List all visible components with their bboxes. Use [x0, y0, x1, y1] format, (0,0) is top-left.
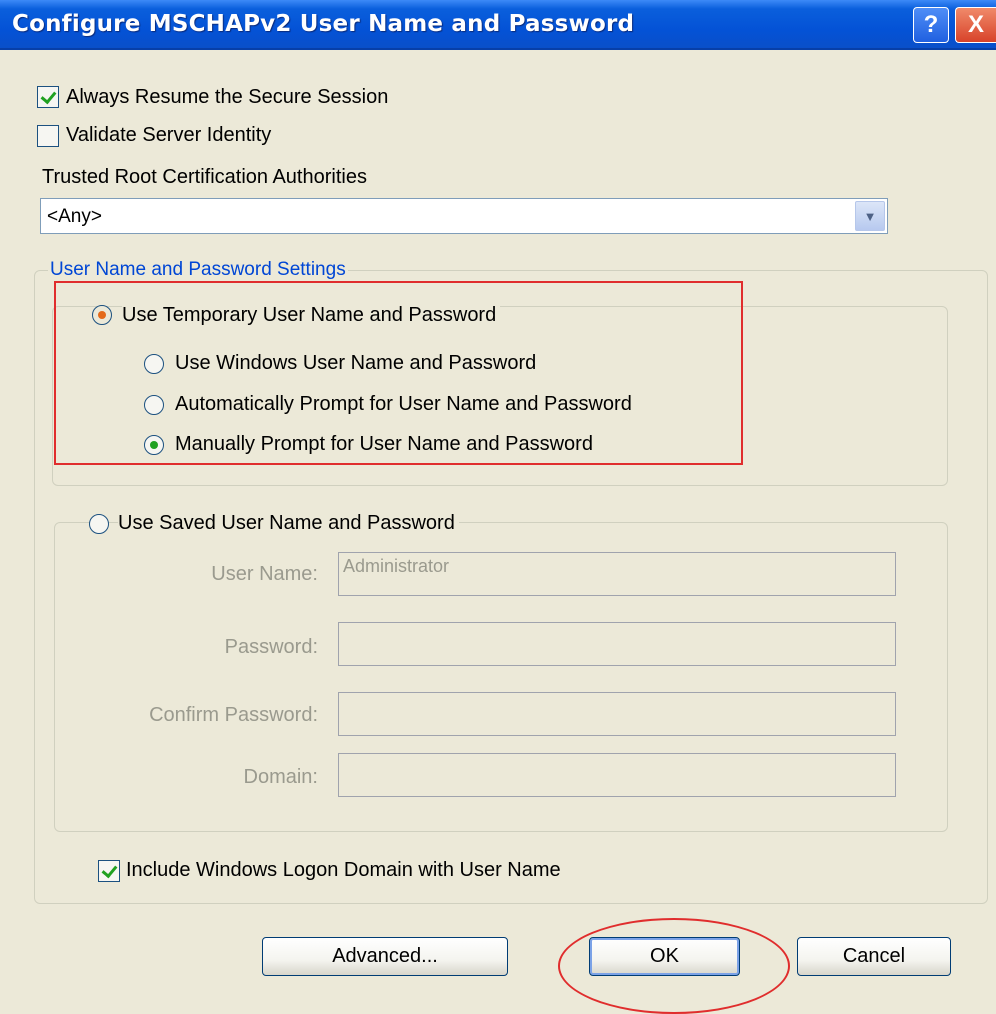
domain-field[interactable] — [338, 753, 896, 797]
use-windows-label: Use Windows User Name and Password — [175, 352, 537, 374]
use-temporary-radio[interactable] — [92, 305, 112, 325]
advanced-button[interactable]: Advanced... — [262, 937, 508, 976]
domain-label: Domain: — [243, 766, 318, 788]
validate-server-label: Validate Server Identity — [66, 124, 272, 146]
always-resume-checkbox[interactable] — [37, 86, 59, 108]
trusted-root-dropdown[interactable]: <Any> ▼ — [40, 198, 888, 234]
help-icon[interactable]: ? — [913, 7, 949, 43]
auto-prompt-radio[interactable] — [144, 395, 164, 415]
always-resume-label: Always Resume the Secure Session — [66, 86, 389, 108]
manual-prompt-radio[interactable] — [144, 435, 164, 455]
password-field[interactable] — [338, 622, 896, 666]
use-temporary-label: Use Temporary User Name and Password — [122, 304, 501, 327]
ok-button[interactable]: OK — [589, 937, 740, 976]
trusted-root-selected: <Any> — [47, 206, 102, 227]
title-bar: Configure MSCHAPv2 User Name and Passwor… — [0, 0, 996, 50]
include-domain-label: Include Windows Logon Domain with User N… — [126, 859, 561, 881]
password-label: Password: — [224, 636, 318, 658]
confirm-password-field[interactable] — [338, 692, 896, 736]
use-windows-radio[interactable] — [144, 354, 164, 374]
include-domain-checkbox[interactable] — [98, 860, 120, 882]
chevron-down-icon[interactable]: ▼ — [855, 201, 885, 231]
settings-legend: User Name and Password Settings — [48, 259, 348, 281]
user-name-label: User Name: — [211, 563, 318, 585]
auto-prompt-label: Automatically Prompt for User Name and P… — [175, 393, 632, 415]
use-saved-radio[interactable] — [89, 514, 109, 534]
validate-server-checkbox[interactable] — [37, 125, 59, 147]
user-name-value: Administrator — [343, 556, 450, 576]
manual-prompt-label: Manually Prompt for User Name and Passwo… — [175, 433, 593, 455]
trusted-root-label: Trusted Root Certification Authorities — [42, 166, 367, 188]
close-icon[interactable]: X — [955, 7, 996, 43]
confirm-password-label: Confirm Password: — [149, 704, 318, 726]
window-title: Configure MSCHAPv2 User Name and Passwor… — [12, 11, 635, 37]
user-name-field[interactable]: Administrator — [338, 552, 896, 596]
cancel-button[interactable]: Cancel — [797, 937, 951, 976]
use-saved-label: Use Saved User Name and Password — [118, 512, 459, 535]
